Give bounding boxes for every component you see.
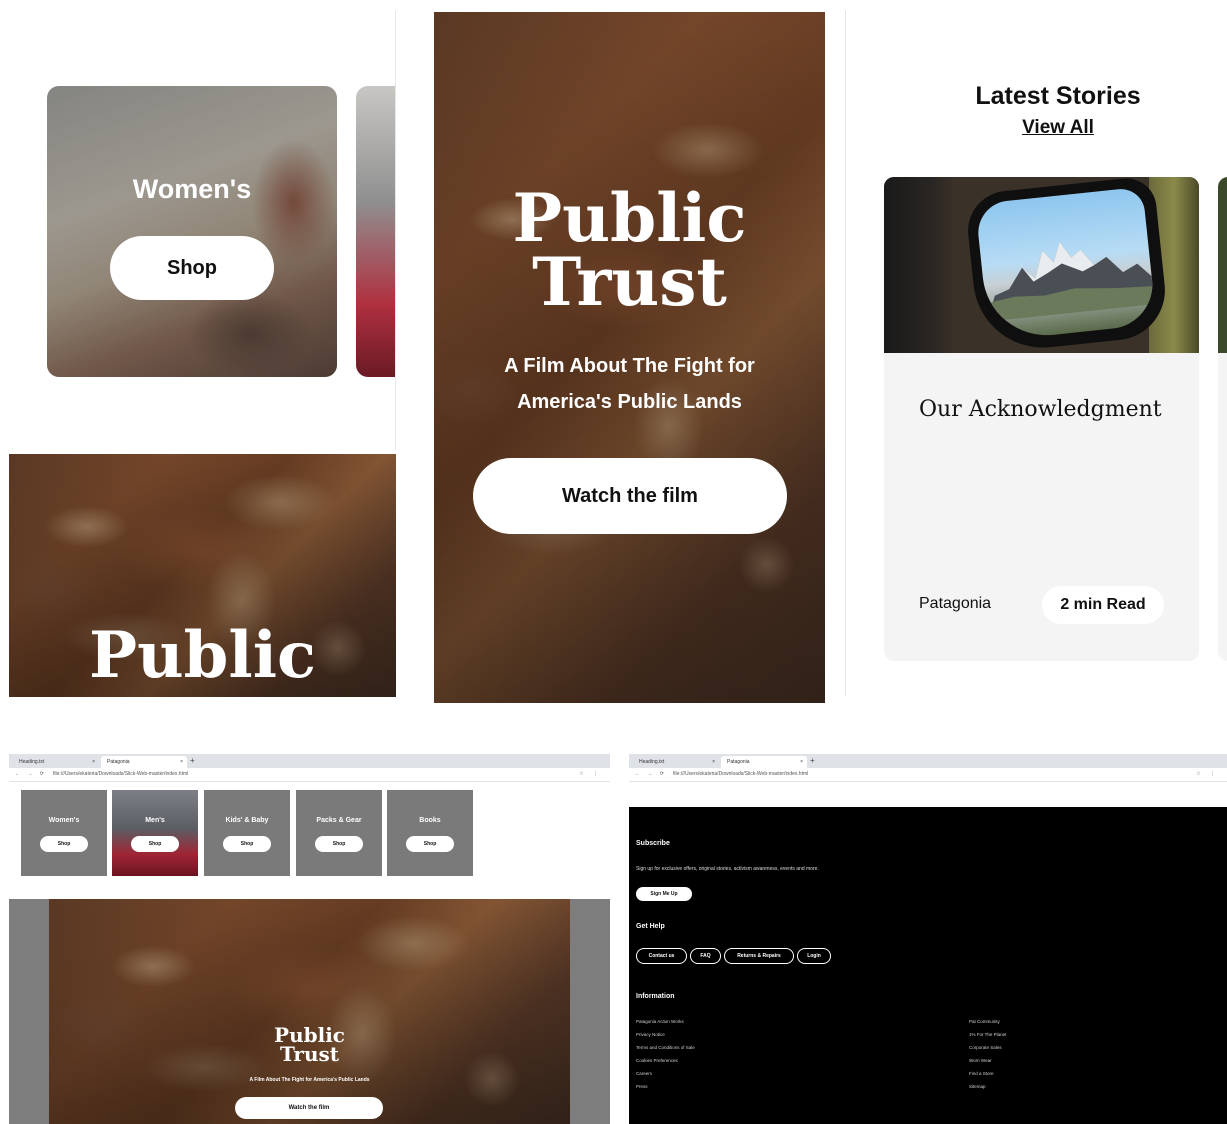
browser-tab[interactable]: Heading.txt × [633,756,719,768]
view-all-link[interactable]: View All [846,117,1227,139]
footer-link[interactable]: Press [636,1084,695,1097]
url-field[interactable]: file:///Users/ekateria/Downloads/Slick-W… [673,771,808,777]
address-bar: ← → ⟳ file:///Users/ekateria/Downloads/S… [9,768,610,782]
watch-film-button[interactable]: Watch the film [235,1097,383,1119]
category-title: Books [419,817,441,824]
category-card-women[interactable]: Women's Shop [47,86,337,377]
footer-link[interactable]: Careers [636,1071,695,1084]
sign-up-button[interactable]: Sign Me Up [636,887,692,901]
nav-arrows-icon[interactable]: ← → ⟳ [635,771,667,777]
footer-link[interactable]: Corporate Sales [969,1045,1006,1058]
login-button[interactable]: Login [797,948,831,964]
hero-title-line1: Public [512,179,747,257]
hero-title: Public [89,618,316,693]
footer-link[interactable]: Patagonia Action Works [636,1019,695,1032]
hero-title: Public Trust [49,1025,570,1066]
shop-button[interactable]: Shop [223,836,271,852]
hero-banner-preview: Public [9,454,396,697]
address-bar: ← → ⟳ file:///Users/ekateria/Downloads/S… [629,768,1227,782]
footer-link[interactable]: Worn Wear [969,1058,1006,1071]
faq-button[interactable]: FAQ [690,948,721,964]
category-card-mens-peek[interactable] [356,86,396,377]
browser-tools-icon[interactable]: ☆ ⋮ [1196,771,1219,777]
close-icon[interactable]: × [800,756,803,768]
footer-link[interactable]: Find a Store [969,1071,1006,1084]
footer-link[interactable]: 1% For The Planet [969,1032,1006,1045]
tab-bar: Heading.txt × Patagonia × + [629,754,1227,768]
hero-subtitle: A Film About The Fight for America's Pub… [249,1077,370,1083]
shop-button[interactable]: Shop [40,836,88,852]
hero-title-line2: Trust [532,243,727,321]
browser-tab-active[interactable]: Patagonia × [101,756,187,768]
browser-tab[interactable]: Heading.txt × [13,756,99,768]
footer-link[interactable]: Terms and Conditions of Sale [636,1045,695,1058]
close-icon[interactable]: × [180,756,183,768]
hero-banner: Public Trust A Film About The Fight for … [434,12,825,703]
shop-button[interactable]: Shop [131,836,179,852]
section-heading: Latest Stories [975,82,1141,110]
new-tab-icon[interactable]: + [190,755,195,767]
read-time-badge: 2 min Read [1042,586,1164,624]
hero-title-line2: Trust [279,1042,339,1066]
story-card-peek[interactable] [1218,177,1227,661]
hero-subtitle: A Film About The Fight for America's Pub… [474,348,785,420]
category-title: Packs & Gear [316,817,362,824]
category-card-kids[interactable]: Kids' & Baby Shop [204,790,290,876]
story-card[interactable]: Our Acknowledgment Patagonia 2 min Read [884,177,1199,661]
category-card-packs[interactable]: Packs & Gear Shop [296,790,382,876]
category-title: Women's [132,174,252,204]
information-heading: Information [636,993,675,1000]
close-icon[interactable]: × [712,756,715,768]
close-icon[interactable]: × [92,756,95,768]
info-links-left: Patagonia Action Works Privacy Notice Te… [636,1019,695,1097]
browser-window: Heading.txt × Patagonia × + ← → ⟳ file:///… [629,754,1227,1124]
footer-link[interactable]: Cookies Preferences [636,1058,695,1071]
category-title: Kids' & Baby [225,817,269,824]
latest-stories-section: Latest Stories View All Our Acknowledgme… [846,0,1227,700]
footer-link[interactable]: Privacy Notice [636,1032,695,1045]
footer-link[interactable]: Pat Community [969,1019,1006,1032]
story-title: Our Acknowledgment [919,397,1162,422]
watch-film-button[interactable]: Watch the film [473,458,787,534]
category-card-books[interactable]: Books Shop [387,790,473,876]
shop-button[interactable]: Shop [406,836,454,852]
shop-button[interactable]: Shop [110,236,274,300]
subscribe-heading: Subscribe [636,840,670,847]
url-field[interactable]: file:///Users/ekateria/Downloads/Slick-W… [53,771,188,777]
hero-title: Public Trust [434,179,825,321]
side-mirror-image [964,177,1170,353]
info-links-right: Pat Community 1% For The Planet Corporat… [969,1019,1006,1097]
help-heading: Get Help [636,923,665,930]
panel-category-slider: Women's Shop Public [0,0,396,700]
tab-bar: Heading.txt × Patagonia × + [9,754,610,768]
hero-banner-wrapper: Public Trust A Film About The Fight for … [9,899,610,1124]
divider [395,10,396,450]
returns-button[interactable]: Returns & Repairs [724,948,794,964]
shop-button[interactable]: Shop [315,836,363,852]
category-title: Men's [145,817,165,824]
new-tab-icon[interactable]: + [810,755,815,767]
subscribe-text: Sign up for exclusive offers, original s… [636,866,819,872]
mountain-peaks-image [985,241,1155,322]
browser-tools-icon[interactable]: ☆ ⋮ [579,771,602,777]
hero-subtitle-line2: America's Public Lands [517,391,742,413]
contact-button[interactable]: Contact us [636,948,687,964]
browser-tab-active[interactable]: Patagonia × [721,756,807,768]
browser-window: Heading.txt × Patagonia × + ← → ⟳ file:///… [9,754,610,1124]
category-card-women[interactable]: Women's Shop [21,790,107,876]
story-author: Patagonia [919,595,992,612]
hero-banner: Public Trust A Film About The Fight for … [49,899,570,1124]
story-image [884,177,1199,353]
nav-arrows-icon[interactable]: ← → ⟳ [15,771,47,777]
category-card-mens[interactable]: Men's Shop [112,790,198,876]
site-footer: Subscribe Sign up for exclusive offers, … [629,807,1227,1124]
category-title: Women's [48,817,80,824]
hero-subtitle-line1: A Film About The Fight for [504,355,755,377]
footer-link[interactable]: Sitemap [969,1084,1006,1097]
